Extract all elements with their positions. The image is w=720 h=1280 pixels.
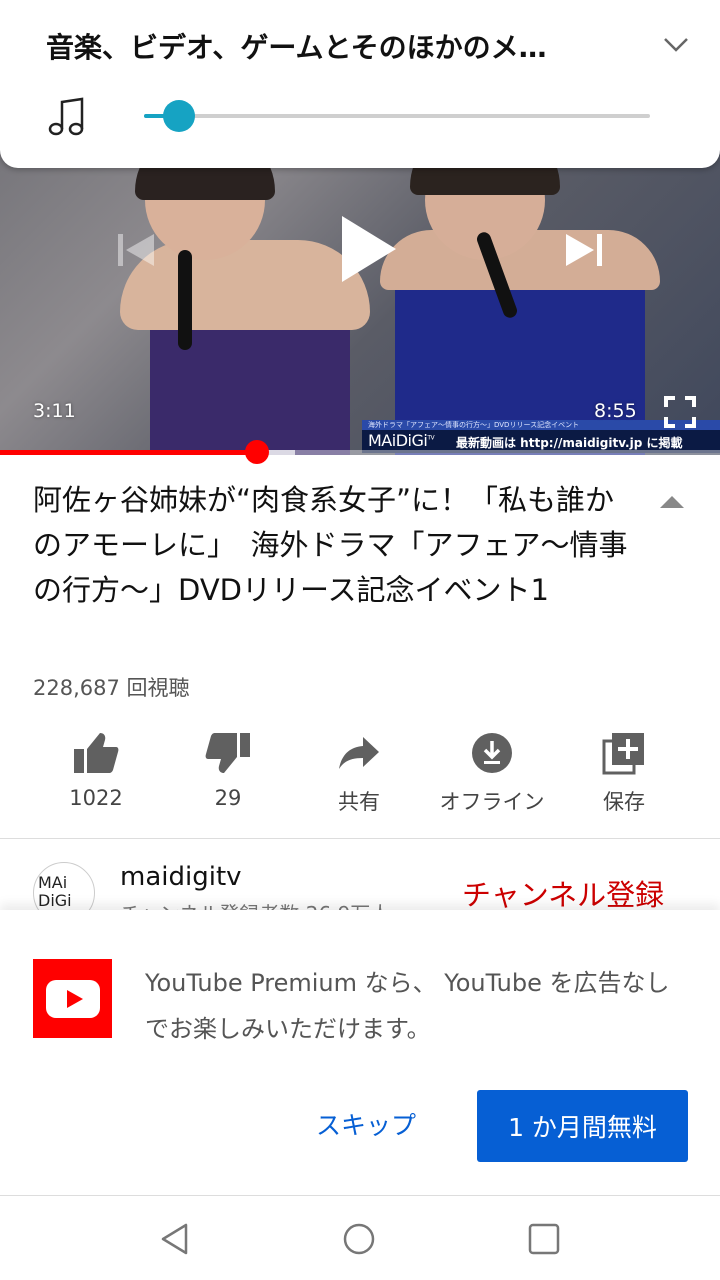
caption-logo-text: MAiDiGi [368,431,428,450]
youtube-logo-icon [33,959,112,1038]
premium-message: YouTube Premium なら、 YouTube を広告なしでお楽しみいた… [145,969,670,1043]
view-count: 228,687 回視聴 [33,676,190,700]
home-icon[interactable] [342,1222,376,1260]
avatar-text-line1: MAi [38,873,68,892]
recents-icon[interactable] [527,1222,561,1260]
premium-promo-sheet: YouTube Premium なら、 YouTube を広告なしでお楽しみいた… [0,910,720,1196]
share-label: 共有 [338,790,380,814]
share-icon [299,728,419,778]
video-frame-figure [120,240,370,330]
current-time: 3:11 [33,400,76,422]
next-icon[interactable] [564,230,604,274]
previous-icon[interactable] [116,230,156,274]
like-button[interactable]: 1022 [36,728,156,810]
volume-panel: 音楽、ビデオ、ゲームとそのほかのメ… [0,0,720,168]
video-title: 阿佐ヶ谷姉妹が“肉食系女子”に！「私も誰かのアモーレに」 海外ドラマ「アフェア〜… [33,483,628,607]
expand-description-icon[interactable] [658,492,686,514]
offline-button[interactable]: オフライン [432,728,552,816]
video-caption-text: 最新動画は http://maidigitv.jp に掲載 [456,436,683,450]
thumbs-down-icon [168,728,288,778]
dislike-button[interactable]: 29 [168,728,288,810]
save-label: 保存 [603,790,645,814]
total-time: 8:55 [594,400,637,422]
volume-slider-thumb[interactable] [163,100,196,132]
download-icon [432,728,552,778]
back-icon[interactable] [158,1222,192,1260]
system-nav-bar [0,1196,720,1280]
volume-panel-title: 音楽、ビデオ、ゲームとそのほかのメ… [46,31,547,64]
dislike-count: 29 [214,786,242,810]
subscribe-button[interactable]: チャンネル登録 [462,872,664,914]
fullscreen-icon[interactable] [664,396,696,432]
video-caption-logo: MAiDiGiTV [368,431,435,450]
play-icon[interactable] [338,214,398,288]
progress-scrubber[interactable] [245,440,270,464]
avatar-text-line2: DiGi [38,891,72,910]
thumbs-up-icon [36,728,156,778]
free-trial-button[interactable]: 1 か月間無料 [477,1090,688,1162]
add-to-playlist-icon [564,728,684,778]
caption-logo-sup: TV [427,434,435,442]
save-button[interactable]: 保存 [564,728,684,816]
skip-button[interactable]: スキップ [316,1106,416,1142]
offline-label: オフライン [439,790,545,814]
like-count: 1022 [69,786,123,810]
divider [0,838,720,839]
progress-fill [0,450,258,455]
microphone-graphic [178,250,192,350]
channel-name[interactable]: maidigitv [120,862,242,892]
music-note-icon [46,96,88,142]
chevron-down-icon[interactable] [662,34,690,58]
volume-slider-track[interactable] [144,114,650,118]
share-button[interactable]: 共有 [299,728,419,816]
